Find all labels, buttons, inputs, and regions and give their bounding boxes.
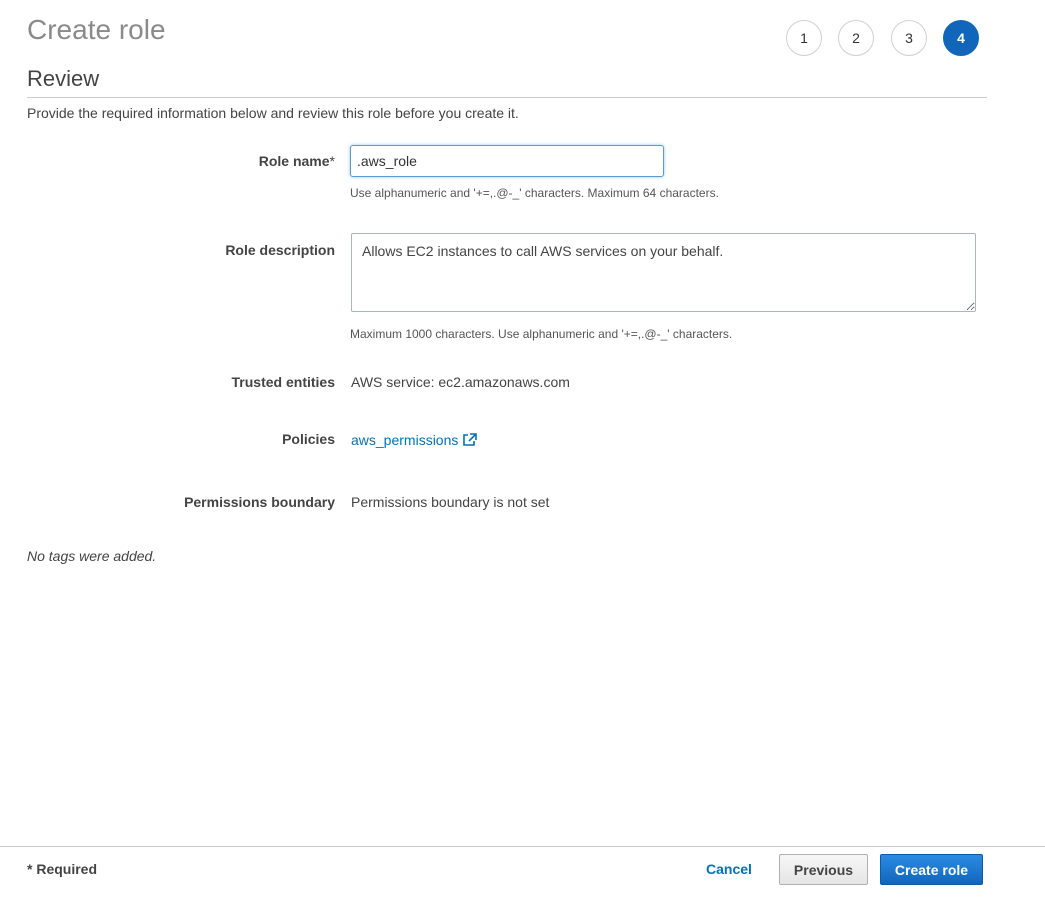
trusted-entities-label: Trusted entities xyxy=(231,374,335,390)
step-3[interactable]: 3 xyxy=(891,20,927,56)
create-role-button[interactable]: Create role xyxy=(880,854,983,885)
intro-text: Provide the required information below a… xyxy=(27,105,519,121)
page-title: Create role xyxy=(27,14,166,45)
step-2[interactable]: 2 xyxy=(838,20,874,56)
policy-link[interactable]: aws_permissions xyxy=(351,432,458,448)
role-description-textarea[interactable]: Allows EC2 instances to call AWS service… xyxy=(351,233,976,312)
role-name-hint: Use alphanumeric and '+=,.@-_' character… xyxy=(350,186,719,200)
trusted-entities-value: AWS service: ec2.amazonaws.com xyxy=(351,374,570,390)
required-note: * Required xyxy=(27,861,98,877)
section-divider xyxy=(27,97,987,98)
role-name-label: Role name* xyxy=(258,153,335,169)
role-name-input[interactable] xyxy=(350,145,664,177)
footer-divider xyxy=(0,846,1045,847)
policies-label: Policies xyxy=(282,431,335,447)
cancel-button[interactable]: Cancel xyxy=(706,861,752,877)
step-4-active: 4 xyxy=(943,20,979,56)
permissions-boundary-value: Permissions boundary is not set xyxy=(351,494,550,510)
role-description-label: Role description xyxy=(225,242,335,258)
role-description-hint: Maximum 1000 characters. Use alphanumeri… xyxy=(350,327,733,341)
step-1[interactable]: 1 xyxy=(786,20,822,56)
previous-button[interactable]: Previous xyxy=(779,854,868,885)
external-link-icon[interactable] xyxy=(462,433,478,450)
section-title: Review xyxy=(27,66,100,91)
policy-item: aws_permissions xyxy=(351,432,478,450)
permissions-boundary-label: Permissions boundary xyxy=(184,494,335,510)
no-tags-note: No tags were added. xyxy=(27,548,157,564)
